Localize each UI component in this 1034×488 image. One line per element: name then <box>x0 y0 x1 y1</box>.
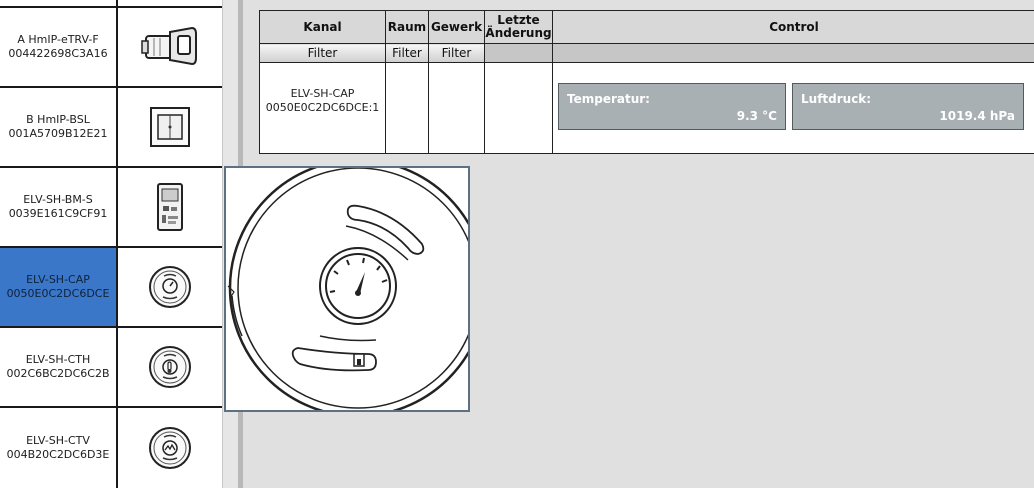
device-type-label: ELV-SH-CAP <box>26 273 90 286</box>
thermostat-valve-icon <box>118 8 222 86</box>
temperature-label: Temperatur: <box>567 92 650 106</box>
device-type-label: A HmIP-eTRV-F <box>17 33 99 46</box>
device-item-hmip-bsl[interactable]: B HmIP-BSL 001A5709B12E21 <box>0 88 222 168</box>
column-header-raum[interactable]: Raum <box>385 10 429 44</box>
temperature-value: 9.3 °C <box>736 109 777 123</box>
channel-cell[interactable]: ELV-SH-CAP 0050E0C2DC6DCE:1 <box>259 62 386 154</box>
filter-gewerk-button[interactable]: Filter <box>428 43 485 63</box>
filter-kanal-button[interactable]: Filter <box>259 43 386 63</box>
device-list: A HmIP-eTRV-F 004422698C3A16 B HmIP-BSL … <box>0 0 222 488</box>
filter-empty-cell <box>552 43 1034 63</box>
filter-raum-button[interactable]: Filter <box>385 43 429 63</box>
device-type-label: B HmIP-BSL <box>26 113 90 126</box>
device-type-label: ELV-SH-BM-S <box>23 193 93 206</box>
table-row: ELV-SH-CAP 0050E0C2DC6DCE:1 Temperatur: … <box>259 62 1034 154</box>
device-serial-label: 002C6BC2DC6C2B <box>6 367 110 380</box>
device-serial-label: 004422698C3A16 <box>8 47 108 60</box>
channel-table: Kanal Raum Gewerk Letzte Änderung Control… <box>259 10 1034 154</box>
letzte-aenderung-cell <box>484 62 553 154</box>
wall-switch-icon <box>118 88 222 166</box>
air-pressure-label: Luftdruck: <box>801 92 872 106</box>
device-type-label: ELV-SH-CTV <box>26 434 90 447</box>
channel-name: ELV-SH-CAP <box>290 87 355 100</box>
device-item-previous[interactable] <box>0 0 222 8</box>
column-header-letzte-aenderung[interactable]: Letzte Änderung <box>484 10 553 44</box>
pressure-sensor-icon <box>118 248 222 326</box>
filter-empty-cell <box>484 43 553 63</box>
raum-cell <box>385 62 429 154</box>
channel-address: 0050E0C2DC6DCE:1 <box>265 101 380 114</box>
control-cell: Temperatur: 9.3 °C Luftdruck: 1019.4 hPa <box>552 62 1034 154</box>
device-item-cth[interactable]: ELV-SH-CTH 002C6BC2DC6C2B <box>0 328 222 408</box>
temperature-control: Temperatur: 9.3 °C <box>558 83 786 130</box>
device-image-popup <box>224 166 470 412</box>
device-serial-label: 001A5709B12E21 <box>8 127 108 140</box>
column-header-control: Control <box>552 10 1034 44</box>
device-item-bm-s[interactable]: ELV-SH-BM-S 0039E161C9CF91 <box>0 168 222 248</box>
tilt-vibration-sensor-icon <box>118 408 222 488</box>
circuit-board-icon <box>118 168 222 246</box>
device-item-cap[interactable]: ELV-SH-CAP 0050E0C2DC6DCE <box>0 248 222 328</box>
device-serial-label: 0039E161C9CF91 <box>8 207 108 220</box>
gewerk-cell <box>428 62 485 154</box>
device-item-hmip-etrv-f[interactable]: A HmIP-eTRV-F 004422698C3A16 <box>0 8 222 88</box>
temp-humidity-sensor-icon <box>118 328 222 406</box>
device-serial-label: 004B20C2DC6D3E <box>6 448 110 461</box>
pressure-sensor-large-image <box>227 168 468 410</box>
column-header-gewerk[interactable]: Gewerk <box>428 10 485 44</box>
device-serial-label: 0050E0C2DC6DCE <box>6 287 110 300</box>
device-type-label: ELV-SH-CTH <box>25 353 91 366</box>
air-pressure-value: 1019.4 hPa <box>939 109 1015 123</box>
column-header-kanal[interactable]: Kanal <box>259 10 386 44</box>
device-item-ctv[interactable]: ELV-SH-CTV 004B20C2DC6D3E <box>0 408 222 488</box>
air-pressure-control: Luftdruck: 1019.4 hPa <box>792 83 1024 130</box>
